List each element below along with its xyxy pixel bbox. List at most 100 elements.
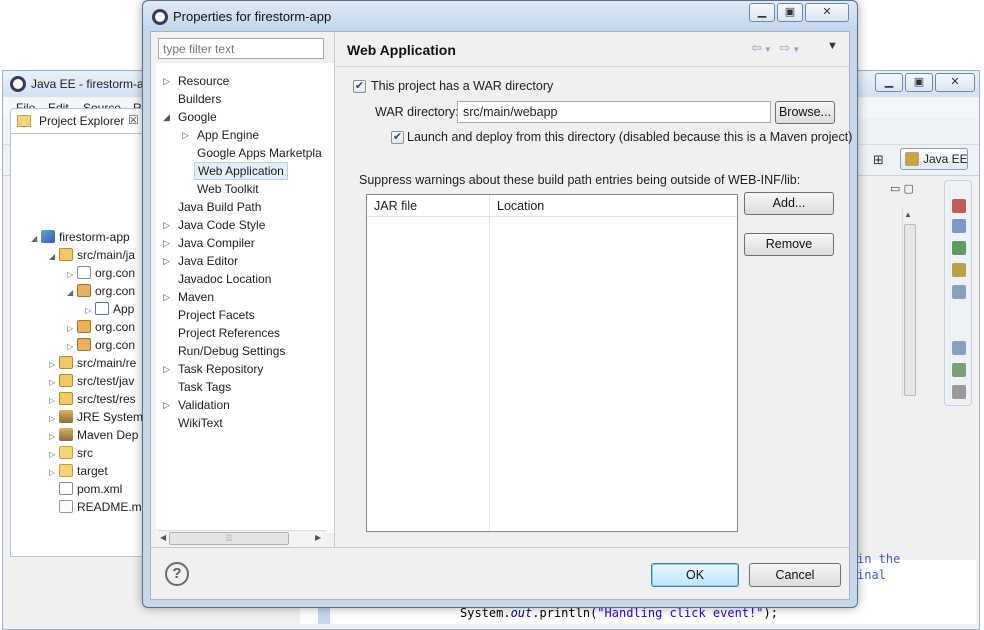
- nav-item[interactable]: Validation: [175, 396, 233, 414]
- maximize-button[interactable]: ▣: [905, 73, 933, 92]
- column-header-location[interactable]: Location: [497, 199, 544, 213]
- back-dropdown-icon[interactable]: ▼: [764, 45, 774, 54]
- servers-icon[interactable]: [952, 199, 966, 213]
- project-tree-item[interactable]: ▷ src: [11, 444, 149, 462]
- close-view-icon[interactable]: ☒: [128, 113, 139, 127]
- project-tree-label: src/test/jav: [77, 374, 135, 388]
- close-button[interactable]: ✕: [935, 73, 975, 92]
- code-string: "Handling click event!": [597, 606, 764, 620]
- nav-item[interactable]: Task Tags: [175, 378, 234, 396]
- data-source-icon[interactable]: [952, 241, 966, 255]
- task-list-icon[interactable]: [952, 363, 966, 377]
- scroll-right-icon[interactable]: ▶: [315, 533, 321, 542]
- project-tree-item[interactable]: pom.xml: [11, 480, 149, 498]
- project-tree-label: README.m: [77, 500, 142, 514]
- source-folder-icon: [59, 392, 73, 405]
- dialog-close-button[interactable]: ✕: [805, 3, 849, 22]
- expand-toggle-icon[interactable]: ▷: [163, 216, 170, 234]
- dialog-minimize-button[interactable]: ▁: [749, 3, 775, 22]
- maximize-icon: ▣: [784, 6, 796, 18]
- remove-button[interactable]: Remove: [744, 233, 834, 256]
- tree-scroll-thumb[interactable]: ⦙⦙⦙: [169, 532, 289, 545]
- snippets-icon[interactable]: [952, 263, 966, 277]
- history-navigation[interactable]: ⇦▼ ⇨▼: [751, 40, 802, 56]
- project-tree-item[interactable]: README.m: [11, 498, 149, 516]
- nav-item[interactable]: Javadoc Location: [175, 270, 274, 288]
- nav-item[interactable]: Resource: [175, 72, 232, 90]
- forward-dropdown-icon[interactable]: ▼: [792, 45, 802, 54]
- scroll-up-icon[interactable]: ▲: [904, 210, 912, 219]
- expand-toggle-icon[interactable]: ▷: [163, 288, 170, 306]
- nav-item[interactable]: App Engine: [194, 126, 262, 144]
- nav-item[interactable]: Builders: [175, 90, 224, 108]
- scroll-left-icon[interactable]: ◀: [160, 533, 166, 542]
- nav-item[interactable]: Maven: [175, 288, 217, 306]
- back-icon[interactable]: ⇦: [751, 40, 764, 55]
- java-ee-perspective-button[interactable]: Java EE: [900, 148, 968, 170]
- project-tree-item[interactable]: ▷ JRE System: [11, 408, 149, 426]
- forward-icon[interactable]: ⇨: [779, 40, 792, 55]
- nav-item[interactable]: WikiText: [175, 414, 226, 432]
- nav-item[interactable]: Web Application: [194, 162, 288, 180]
- nav-item[interactable]: Google Apps Marketpla: [194, 144, 325, 162]
- properties-icon[interactable]: [952, 219, 966, 233]
- nav-item[interactable]: Run/Debug Settings: [175, 342, 288, 360]
- project-tree-item[interactable]: ▷ src/main/re: [11, 354, 149, 372]
- nav-item[interactable]: Project Facets: [175, 306, 258, 324]
- open-perspective-icon[interactable]: ⊞: [873, 152, 884, 168]
- nav-item[interactable]: Web Toolkit: [194, 180, 262, 198]
- code-line: System.out.println("Handling click event…: [460, 606, 778, 620]
- nav-item[interactable]: Project References: [175, 324, 283, 342]
- dialog-maximize-button[interactable]: ▣: [777, 3, 803, 22]
- nav-item[interactable]: Java Editor: [175, 252, 241, 270]
- cancel-button[interactable]: Cancel: [749, 563, 841, 587]
- browse-button[interactable]: Browse...: [775, 101, 835, 124]
- project-tree-item[interactable]: ▷ org.con: [11, 318, 149, 336]
- nav-item[interactable]: Google: [175, 108, 220, 126]
- sash[interactable]: [334, 32, 335, 547]
- expand-toggle-icon[interactable]: ▷: [163, 396, 170, 414]
- code-token: out: [510, 606, 533, 620]
- nav-item[interactable]: Java Build Path: [175, 198, 264, 216]
- project-tree-item[interactable]: ▷ org.con: [11, 264, 149, 282]
- project-tree-item[interactable]: ▷ target: [11, 462, 149, 480]
- jar-table[interactable]: JAR file Location: [366, 194, 738, 532]
- editor-scroll-thumb[interactable]: [904, 224, 916, 396]
- nav-item[interactable]: Java Code Style: [175, 216, 268, 234]
- expand-toggle-icon[interactable]: ◢: [31, 230, 41, 248]
- war-directory-input[interactable]: [457, 101, 771, 123]
- column-header-jar-file[interactable]: JAR file: [374, 199, 417, 213]
- ok-button[interactable]: OK: [651, 563, 739, 587]
- project-tree-item[interactable]: ▷ src/test/res: [11, 390, 149, 408]
- minimize-button[interactable]: ▁: [875, 73, 903, 92]
- console-icon[interactable]: [952, 285, 966, 299]
- launch-deploy-checkbox[interactable]: ✔: [391, 131, 404, 144]
- has-war-checkbox[interactable]: ✔: [353, 80, 366, 93]
- project-tree-item[interactable]: ▷ App: [11, 300, 149, 318]
- project-tree-item[interactable]: ◢ org.con: [11, 282, 149, 300]
- outline-icon[interactable]: [952, 341, 966, 355]
- project-tree-item[interactable]: ▷ org.con: [11, 336, 149, 354]
- project-tree-item[interactable]: ◢ src/main/ja: [11, 246, 149, 264]
- expand-toggle-icon[interactable]: ▷: [163, 360, 170, 378]
- help-button[interactable]: ?: [165, 562, 189, 586]
- project-tree-label: org.con: [95, 320, 136, 334]
- minimize-stack-icon[interactable]: [952, 385, 966, 399]
- project-tree-item[interactable]: ▷ src/test/jav: [11, 372, 149, 390]
- expand-toggle-icon[interactable]: ▷: [182, 126, 189, 144]
- project-tree-item[interactable]: ▷ Maven Dep: [11, 426, 149, 444]
- filter-input[interactable]: [158, 38, 324, 59]
- view-minimize-icon[interactable]: ▭ ▢: [890, 182, 914, 195]
- expand-toggle-icon[interactable]: ◢: [49, 248, 59, 266]
- add-button[interactable]: Add...: [744, 192, 834, 215]
- expand-toggle-icon[interactable]: ◢: [163, 108, 170, 126]
- expand-toggle-icon[interactable]: ▷: [163, 234, 170, 252]
- project-tree-item[interactable]: ◢ firestorm-app: [11, 228, 149, 246]
- view-menu-icon[interactable]: ▼: [827, 40, 838, 52]
- expand-toggle-icon[interactable]: ▷: [163, 252, 170, 270]
- nav-item[interactable]: Task Repository: [175, 360, 266, 378]
- expand-toggle-icon[interactable]: ▷: [163, 72, 170, 90]
- expand-toggle-icon[interactable]: ◢: [67, 284, 77, 302]
- nav-item[interactable]: Java Compiler: [175, 234, 258, 252]
- project-explorer-tab[interactable]: Project Explorer ☒: [10, 108, 148, 134]
